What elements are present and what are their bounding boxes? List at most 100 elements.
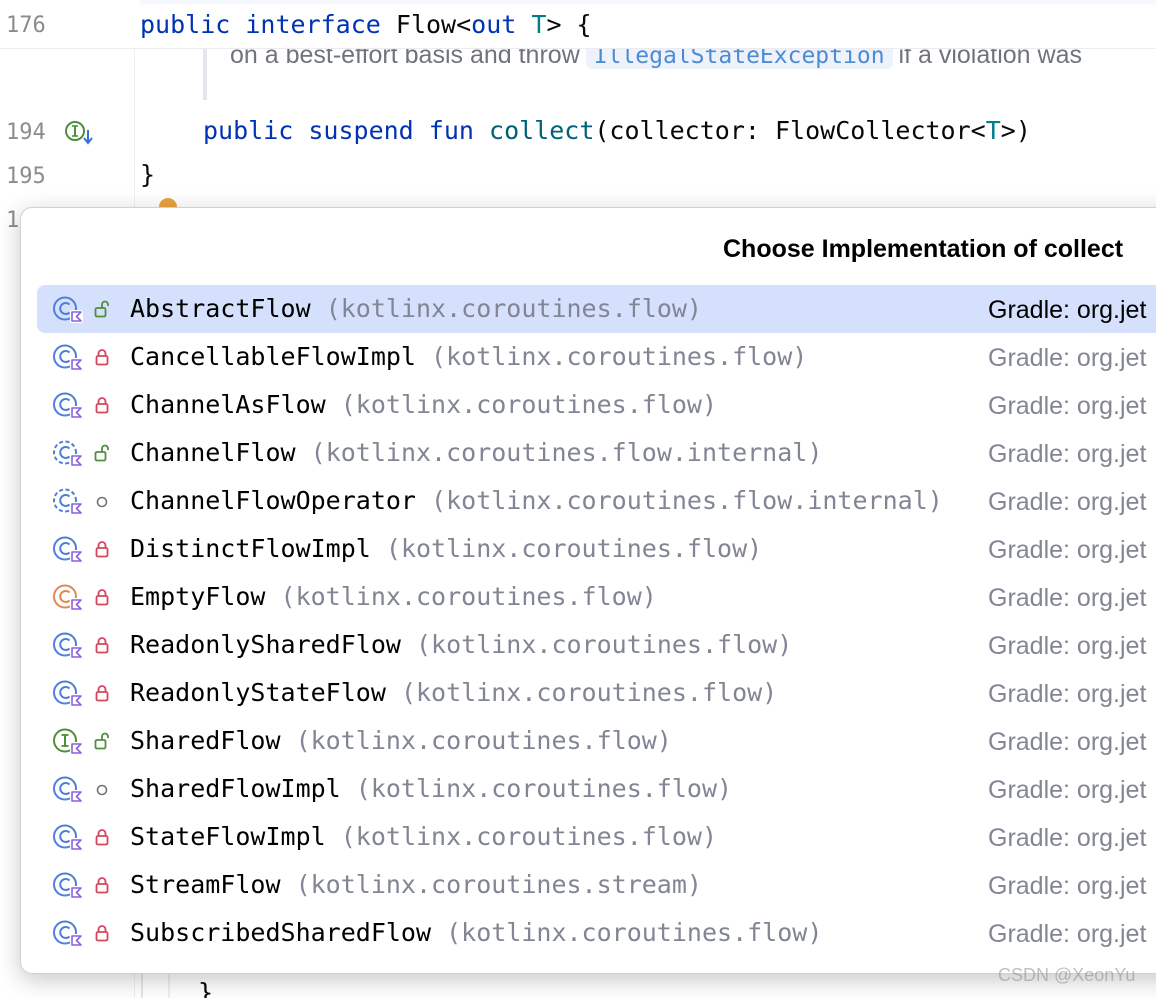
- implementation-list[interactable]: AbstractFlow (kotlinx.coroutines.flow) Gr…: [37, 285, 1156, 957]
- class-icon: [53, 776, 83, 803]
- implementation-item-channelflowoperator[interactable]: ChannelFlowOperator (kotlinx.coroutines.…: [37, 477, 1156, 525]
- library-source: Gradle: org.jet: [988, 872, 1147, 900]
- implementation-label: StreamFlow (kotlinx.coroutines.stream): [130, 870, 702, 900]
- implementation-label: ReadonlySharedFlow (kotlinx.coroutines.f…: [130, 630, 792, 660]
- class-name: SharedFlowImpl: [130, 774, 341, 803]
- choose-implementation-popup[interactable]: Choose Implementation of collect Abstrac…: [20, 207, 1156, 974]
- keyword: suspend: [308, 116, 414, 145]
- class-name: StreamFlow: [130, 870, 281, 899]
- package-name: (kotlinx.coroutines.flow): [400, 678, 778, 707]
- package-name: (kotlinx.coroutines.flow): [340, 390, 718, 419]
- library-source: Gradle: org.jet: [988, 632, 1147, 660]
- indent-guide: [141, 970, 143, 998]
- popup-title: Choose Implementation of collect: [723, 235, 1124, 263]
- library-source: Gradle: org.jet: [988, 584, 1147, 612]
- lock-icon: [95, 397, 109, 414]
- circle-icon: [96, 784, 108, 796]
- package-name: (kotlinx.coroutines.flow): [446, 918, 823, 947]
- implementation-item-cancellableflowimpl[interactable]: CancellableFlowImpl (kotlinx.coroutines.…: [37, 333, 1156, 381]
- implementation-label: ReadonlyStateFlow (kotlinx.coroutines.fl…: [130, 678, 777, 708]
- keyword: public: [140, 10, 231, 39]
- collect-declaration[interactable]: public suspend fun collect(collector: Fl…: [203, 116, 1031, 145]
- class-name: EmptyFlow: [130, 582, 266, 611]
- open-lock-icon: [94, 300, 109, 318]
- implementation-item-channelflow[interactable]: ChannelFlow (kotlinx.coroutines.flow.int…: [37, 429, 1156, 477]
- class-icon: [53, 632, 83, 659]
- lock-icon: [95, 541, 109, 558]
- keyword: public: [203, 116, 294, 145]
- indent-guide: [168, 970, 170, 998]
- implementation-label: CancellableFlowImpl (kotlinx.coroutines.…: [130, 342, 807, 372]
- closing-brace[interactable]: }: [198, 978, 213, 998]
- class-icon: [53, 536, 83, 563]
- interface-name: Flow<: [395, 10, 472, 39]
- function-name: collect: [489, 116, 595, 145]
- implementation-label: AbstractFlow (kotlinx.coroutines.flow): [130, 294, 702, 324]
- lock-icon: [95, 925, 109, 942]
- class-icon: [53, 872, 83, 899]
- line-number: 1: [6, 208, 20, 233]
- package-name: (kotlinx.coroutines.flow): [416, 630, 793, 659]
- library-source: Gradle: org.jet: [988, 680, 1147, 708]
- package-name: (kotlinx.coroutines.flow): [355, 774, 733, 803]
- class-icon: [53, 392, 83, 419]
- implementation-item-sharedflowimpl[interactable]: SharedFlowImpl (kotlinx.coroutines.flow)…: [37, 765, 1156, 813]
- keyword: interface: [245, 10, 381, 39]
- line-number: 195: [6, 164, 46, 189]
- library-source: Gradle: org.jet: [988, 392, 1147, 420]
- implementation-label: ChannelFlow (kotlinx.coroutines.flow.int…: [130, 438, 822, 468]
- class-name: ChannelAsFlow: [130, 390, 326, 419]
- class-icon: [53, 296, 83, 323]
- class-icon: [53, 680, 83, 707]
- implementation-item-channelasflow[interactable]: ChannelAsFlow (kotlinx.coroutines.flow) G…: [37, 381, 1156, 429]
- abstract-class-icon: [53, 440, 83, 467]
- package-name: (kotlinx.coroutines.flow.internal): [310, 438, 823, 467]
- implementation-item-stateflowimpl[interactable]: StateFlowImpl (kotlinx.coroutines.flow) G…: [37, 813, 1156, 861]
- implementation-item-distinctflowimpl[interactable]: DistinctFlowImpl (kotlinx.coroutines.flo…: [37, 525, 1156, 573]
- implemented-gutter-icon[interactable]: [64, 119, 94, 145]
- implementation-item-readonlysharedflow[interactable]: ReadonlySharedFlow (kotlinx.coroutines.f…: [37, 621, 1156, 669]
- sticky-header-line[interactable]: 176 public interface Flow<out T> {: [0, 0, 1156, 49]
- line-number: 194: [6, 120, 46, 145]
- type-parameter: T: [531, 10, 547, 39]
- lock-icon: [95, 877, 109, 894]
- implementation-item-emptyflow[interactable]: EmptyFlow (kotlinx.coroutines.flow) Gradl…: [37, 573, 1156, 621]
- library-source: Gradle: org.jet: [988, 440, 1147, 468]
- package-name: (kotlinx.coroutines.flow): [340, 822, 718, 851]
- implementation-label: EmptyFlow (kotlinx.coroutines.flow): [130, 582, 657, 612]
- open-lock-icon: [94, 732, 109, 750]
- circle-icon: [96, 496, 108, 508]
- implementation-label: ChannelFlowOperator (kotlinx.coroutines.…: [130, 486, 943, 516]
- closing-brace[interactable]: }: [140, 160, 155, 189]
- implementation-item-abstractflow[interactable]: AbstractFlow (kotlinx.coroutines.flow) Gr…: [37, 285, 1156, 333]
- line-number: 176: [6, 13, 46, 38]
- library-source: Gradle: org.jet: [988, 776, 1147, 804]
- type-parameter: T: [985, 116, 1001, 145]
- lock-icon: [95, 589, 109, 606]
- lock-icon: [95, 829, 109, 846]
- abstract-class-icon: [53, 488, 83, 515]
- sticky-accent: [140, 0, 1156, 4]
- interface-declaration[interactable]: public interface Flow<out T> {: [140, 10, 592, 39]
- implementation-label: ChannelAsFlow (kotlinx.coroutines.flow): [130, 390, 717, 420]
- library-source: Gradle: org.jet: [988, 488, 1147, 516]
- implementation-item-sharedflow[interactable]: SharedFlow (kotlinx.coroutines.flow) Grad…: [37, 717, 1156, 765]
- implementation-item-streamflow[interactable]: StreamFlow (kotlinx.coroutines.stream) Gr…: [37, 861, 1156, 909]
- class-icon: [53, 344, 83, 371]
- class-name: ChannelFlow: [130, 438, 296, 467]
- lock-icon: [95, 685, 109, 702]
- object-icon: [53, 584, 83, 611]
- class-name: SharedFlow: [130, 726, 281, 755]
- class-name: StateFlowImpl: [130, 822, 326, 851]
- keyword: fun: [428, 116, 474, 145]
- code-params: >): [1000, 116, 1031, 145]
- class-icon: [53, 920, 83, 947]
- class-icon: [53, 824, 83, 851]
- implementation-item-readonlystateflow[interactable]: ReadonlyStateFlow (kotlinx.coroutines.fl…: [37, 669, 1156, 717]
- implementation-item-subscribedsharedflow[interactable]: SubscribedSharedFlow (kotlinx.coroutines…: [37, 909, 1156, 957]
- package-name: (kotlinx.coroutines.flow): [280, 582, 657, 611]
- class-name: DistinctFlowImpl: [130, 534, 371, 563]
- library-source: Gradle: org.jet: [988, 920, 1147, 948]
- code-params: (collector: FlowCollector<: [594, 116, 986, 145]
- package-name: (kotlinx.coroutines.flow): [431, 342, 808, 371]
